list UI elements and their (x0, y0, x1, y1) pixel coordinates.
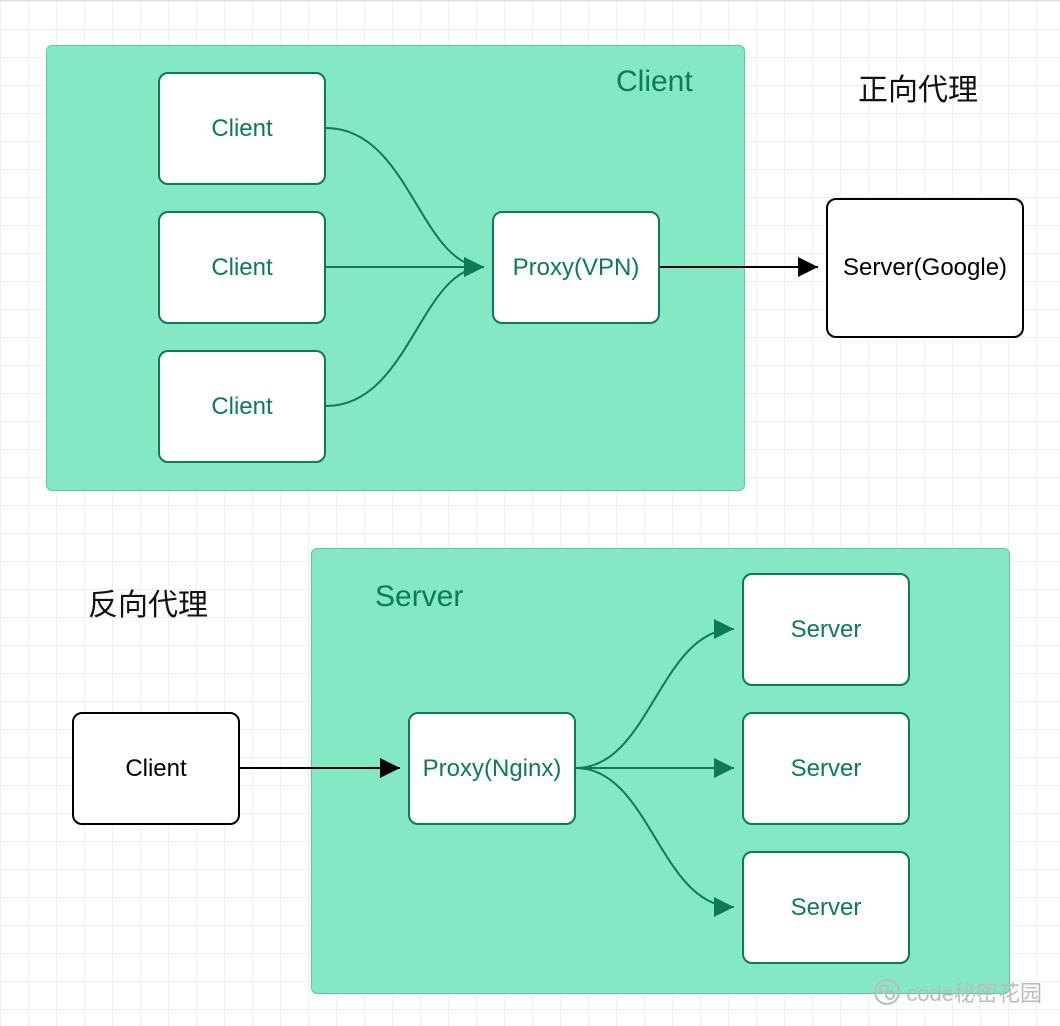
box-label: Client (211, 393, 272, 421)
reverse-server-3: Server (742, 851, 910, 964)
box-label: Client (211, 115, 272, 143)
reverse-server-1: Server (742, 573, 910, 686)
box-label: Proxy(VPN) (513, 254, 640, 282)
reverse-region-label: Server (375, 580, 463, 614)
watermark-text: code秘密花园 (906, 976, 1042, 1008)
wechat-icon (874, 979, 900, 1005)
box-label: Proxy(Nginx) (423, 755, 562, 783)
box-label: Server (791, 755, 862, 783)
reverse-server-2: Server (742, 712, 910, 825)
box-label: Server (791, 894, 862, 922)
forward-region-label: Client (616, 65, 693, 99)
box-label: Client (125, 755, 186, 783)
forward-client-1: Client (158, 72, 326, 185)
forward-proxy-title: 正向代理 (858, 65, 978, 109)
box-label: Server (791, 616, 862, 644)
box-label: Server(Google) (843, 254, 1007, 282)
box-label: Client (211, 254, 272, 282)
forward-proxy-box: Proxy(VPN) (492, 211, 660, 324)
forward-server-box: Server(Google) (826, 198, 1024, 338)
forward-client-2: Client (158, 211, 326, 324)
watermark: code秘密花园 (874, 976, 1042, 1008)
reverse-proxy-box: Proxy(Nginx) (408, 712, 576, 825)
forward-client-3: Client (158, 350, 326, 463)
reverse-client-box: Client (72, 712, 240, 825)
reverse-proxy-title: 反向代理 (88, 580, 208, 624)
